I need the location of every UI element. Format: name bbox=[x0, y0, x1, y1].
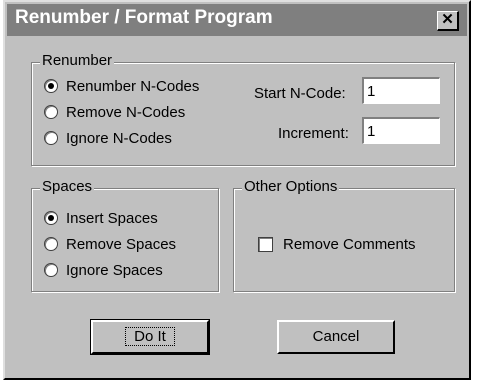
radio-label: Renumber N-Codes bbox=[66, 77, 200, 95]
radio-button[interactable] bbox=[44, 263, 58, 277]
start-n-code-label: Start N-Code: bbox=[254, 85, 346, 102]
radio-ignore-spaces[interactable]: Ignore Spaces bbox=[44, 261, 163, 279]
cancel-label: Cancel bbox=[312, 328, 360, 345]
radio-button[interactable] bbox=[44, 105, 58, 119]
close-icon: ✕ bbox=[441, 11, 454, 28]
radio-label: Ignore N-Codes bbox=[66, 129, 172, 147]
radio-button[interactable] bbox=[44, 131, 58, 145]
checkbox-box[interactable] bbox=[258, 236, 273, 252]
spaces-group: Spaces Insert Spaces Remove Spaces Ignor… bbox=[31, 178, 219, 292]
renumber-format-dialog: Renumber / Format Program ✕ Renumber Ren… bbox=[3, 0, 471, 380]
remove-comments-checkbox[interactable]: Remove Comments bbox=[258, 235, 416, 253]
radio-button[interactable] bbox=[44, 237, 58, 251]
radio-button-selected[interactable] bbox=[44, 79, 58, 93]
radio-label: Ignore Spaces bbox=[66, 261, 163, 279]
radio-renumber-n-codes[interactable]: Renumber N-Codes bbox=[44, 77, 199, 95]
dialog-title: Renumber / Format Program bbox=[15, 7, 273, 28]
spaces-group-title: Spaces bbox=[40, 178, 95, 195]
radio-label: Insert Spaces bbox=[66, 209, 158, 227]
other-options-group: Other Options Remove Comments bbox=[233, 178, 455, 292]
increment-label: Increment: bbox=[278, 125, 349, 142]
radio-insert-spaces[interactable]: Insert Spaces bbox=[44, 209, 158, 227]
title-bar: Renumber / Format Program ✕ bbox=[7, 4, 467, 36]
radio-remove-n-codes[interactable]: Remove N-Codes bbox=[44, 103, 185, 121]
do-it-button[interactable]: Do It bbox=[90, 319, 210, 355]
cancel-button[interactable]: Cancel bbox=[277, 320, 395, 354]
other-options-group-title: Other Options bbox=[242, 178, 340, 195]
radio-label: Remove Spaces bbox=[66, 235, 177, 253]
radio-remove-spaces[interactable]: Remove Spaces bbox=[44, 235, 176, 253]
do-it-label: Do It bbox=[125, 327, 175, 346]
renumber-group: Renumber Renumber N-Codes Remove N-Codes… bbox=[31, 52, 455, 166]
close-button[interactable]: ✕ bbox=[437, 11, 459, 31]
start-n-code-input[interactable] bbox=[362, 77, 440, 104]
radio-button-selected[interactable] bbox=[44, 211, 58, 225]
radio-ignore-n-codes[interactable]: Ignore N-Codes bbox=[44, 129, 172, 147]
renumber-group-title: Renumber bbox=[40, 52, 115, 69]
radio-label: Remove N-Codes bbox=[66, 103, 186, 121]
checkbox-label: Remove Comments bbox=[283, 235, 416, 253]
increment-input[interactable] bbox=[362, 117, 440, 144]
